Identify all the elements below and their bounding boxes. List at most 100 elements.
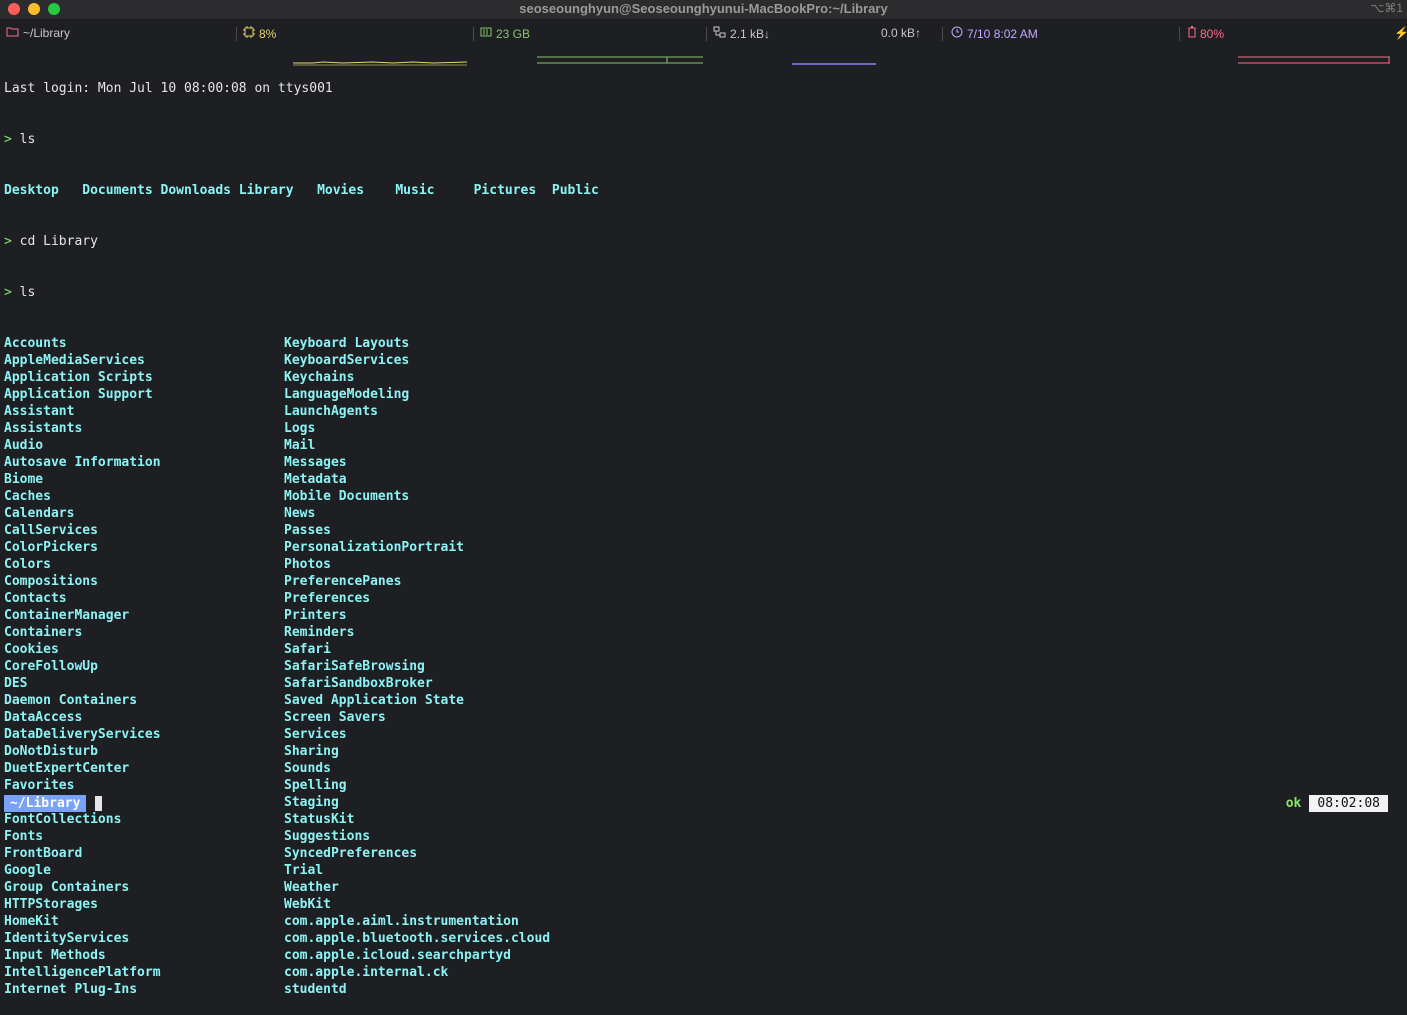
divider [942,27,943,41]
network-graph [792,63,876,65]
battery-value: 80% [1200,26,1225,41]
directory-entry: HTTPStorages [4,897,98,912]
directory-entry: Colors [4,557,51,572]
directory-entry: Input Methods [4,948,106,963]
listing-row: IdentityServices com.apple.bluetooth.serv… [4,930,599,947]
directory-entry: studentd [284,982,347,997]
directory-entry: SyncedPreferences [284,846,418,861]
cpu-value: 8% [259,26,277,41]
listing-row: FrontBoard SyncedPreferences [4,845,599,862]
memory-segment: 23 GB [480,26,530,41]
directory-entry: com.apple.icloud.searchpartyd [284,948,511,963]
charging-icon: ⚡ [1394,26,1407,40]
network-up-segment: 0.0 kB↑ [881,26,921,40]
prompt-arrow: > [4,234,12,249]
listing-row: Biome Metadata [4,471,599,488]
prompt-arrow: > [4,285,12,300]
directory-entry: Screen Savers [284,710,386,725]
listing-row: Group Containers Weather [4,879,599,896]
window-shortcut: ⌥⌘1 [1370,1,1403,15]
directory-entry: LanguageModeling [284,387,410,402]
listing-row: Audio Mail [4,437,599,454]
directory-entry: Audio [4,438,44,453]
listing-row: Application Support LanguageModeling [4,386,599,403]
current-prompt: ~/Library [4,795,103,812]
listing-row: DES SafariSandboxBroker [4,675,599,692]
directory-entry: Contacts [4,591,67,606]
directory-entry: CoreFollowUp [4,659,98,674]
directory-entry: ContainerManager [4,608,130,623]
text-cursor[interactable] [95,796,103,811]
listing-row: CallServices Passes [4,522,599,539]
listing-row: DoNotDisturb Sharing [4,743,599,760]
last-login-line: Last login: Mon Jul 10 08:00:08 on ttys0… [4,81,333,96]
network-down-value: 2.1 kB↓ [730,26,771,41]
directory-entry: com.apple.bluetooth.services.cloud [284,931,551,946]
directory-entry: Photos [284,557,331,572]
prompt-arrow: > [4,132,12,147]
directory-entry: DES [4,676,28,691]
listing-row: Assistants Logs [4,420,599,437]
listing-row: Input Methods com.apple.icloud.searchpart… [4,947,599,964]
command-text: cd Library [19,234,98,249]
battery-segment: 80% [1188,26,1224,41]
directory-entry: Assistant [4,404,75,419]
listing-row: Caches Mobile Documents [4,488,599,505]
listing-row: Cookies Safari [4,641,599,658]
directory-entry: Application Scripts [4,370,153,385]
directory-entry: Mobile Documents [284,489,410,504]
directory-entry: LaunchAgents [284,404,378,419]
battery-icon [1188,26,1196,41]
memory-value: 23 GB [496,26,531,41]
home-listing-line: Desktop Documents Downloads Library Movi… [4,183,599,198]
prompt-status: ok 08:02:08 [1286,795,1388,812]
directory-entry: Trial [284,863,324,878]
directory-entry: Printers [284,608,347,623]
listing-row: Daemon Containers Saved Application State [4,692,599,709]
directory-entry: DuetExpertCenter [4,761,130,776]
directory-entry: Mail [284,438,316,453]
window-title: seoseounghyun@Seoseounghyunui-MacBookPro… [519,1,888,16]
directory-entry: Cookies [4,642,59,657]
directory-entry: Google [4,863,51,878]
listing-row: Google Trial [4,862,599,879]
listing-row: Compositions PreferencePanes [4,573,599,590]
listing-row: Calendars News [4,505,599,522]
listing-row: Colors Photos [4,556,599,573]
directory-entry: Fonts [4,829,44,844]
listing-row: ColorPickers PersonalizationPortrait [4,539,599,556]
directory-entry: IntelligencePlatform [4,965,161,980]
directory-entry: Internet Plug-Ins [4,982,138,997]
directory-entry: IdentityServices [4,931,130,946]
directory-entry: PersonalizationPortrait [284,540,465,555]
network-up-value: 0.0 kB↑ [881,26,922,40]
network-icon [713,26,726,41]
directory-entry: HomeKit [4,914,59,929]
path-label: ~/Library [23,26,71,40]
directory-entry: DoNotDisturb [4,744,98,759]
directory-entry: SafariSandboxBroker [284,676,433,691]
directory-entry: Suggestions [284,829,371,844]
listing-row: Contacts Preferences [4,590,599,607]
prompt-time: 08:02:08 [1309,795,1388,812]
directory-entry: Application Support [4,387,153,402]
directory-entry: Daemon Containers [4,693,138,708]
directory-entry: DataAccess [4,710,83,725]
divider [706,27,707,41]
listing-row: Autosave Information Messages [4,454,599,471]
directory-entry: Weather [284,880,339,895]
directory-entry: Autosave Information [4,455,161,470]
listing-row: Favorites Spelling [4,777,599,794]
directory-entry: KeyboardServices [284,353,410,368]
scrollbar[interactable] [1397,44,1407,804]
directory-entry: Calendars [4,506,75,521]
folder-icon [6,26,19,40]
directory-entry: Spelling [284,778,347,793]
clock-segment: 7/10 8:02 AM [951,26,1038,41]
directory-entry: Messages [284,455,347,470]
divider [473,27,474,41]
command-text: ls [19,132,36,147]
listing-row: DuetExpertCenter Sounds [4,760,599,777]
listing-row: ContainerManager Printers [4,607,599,624]
listing-row: Fonts Suggestions [4,828,599,845]
